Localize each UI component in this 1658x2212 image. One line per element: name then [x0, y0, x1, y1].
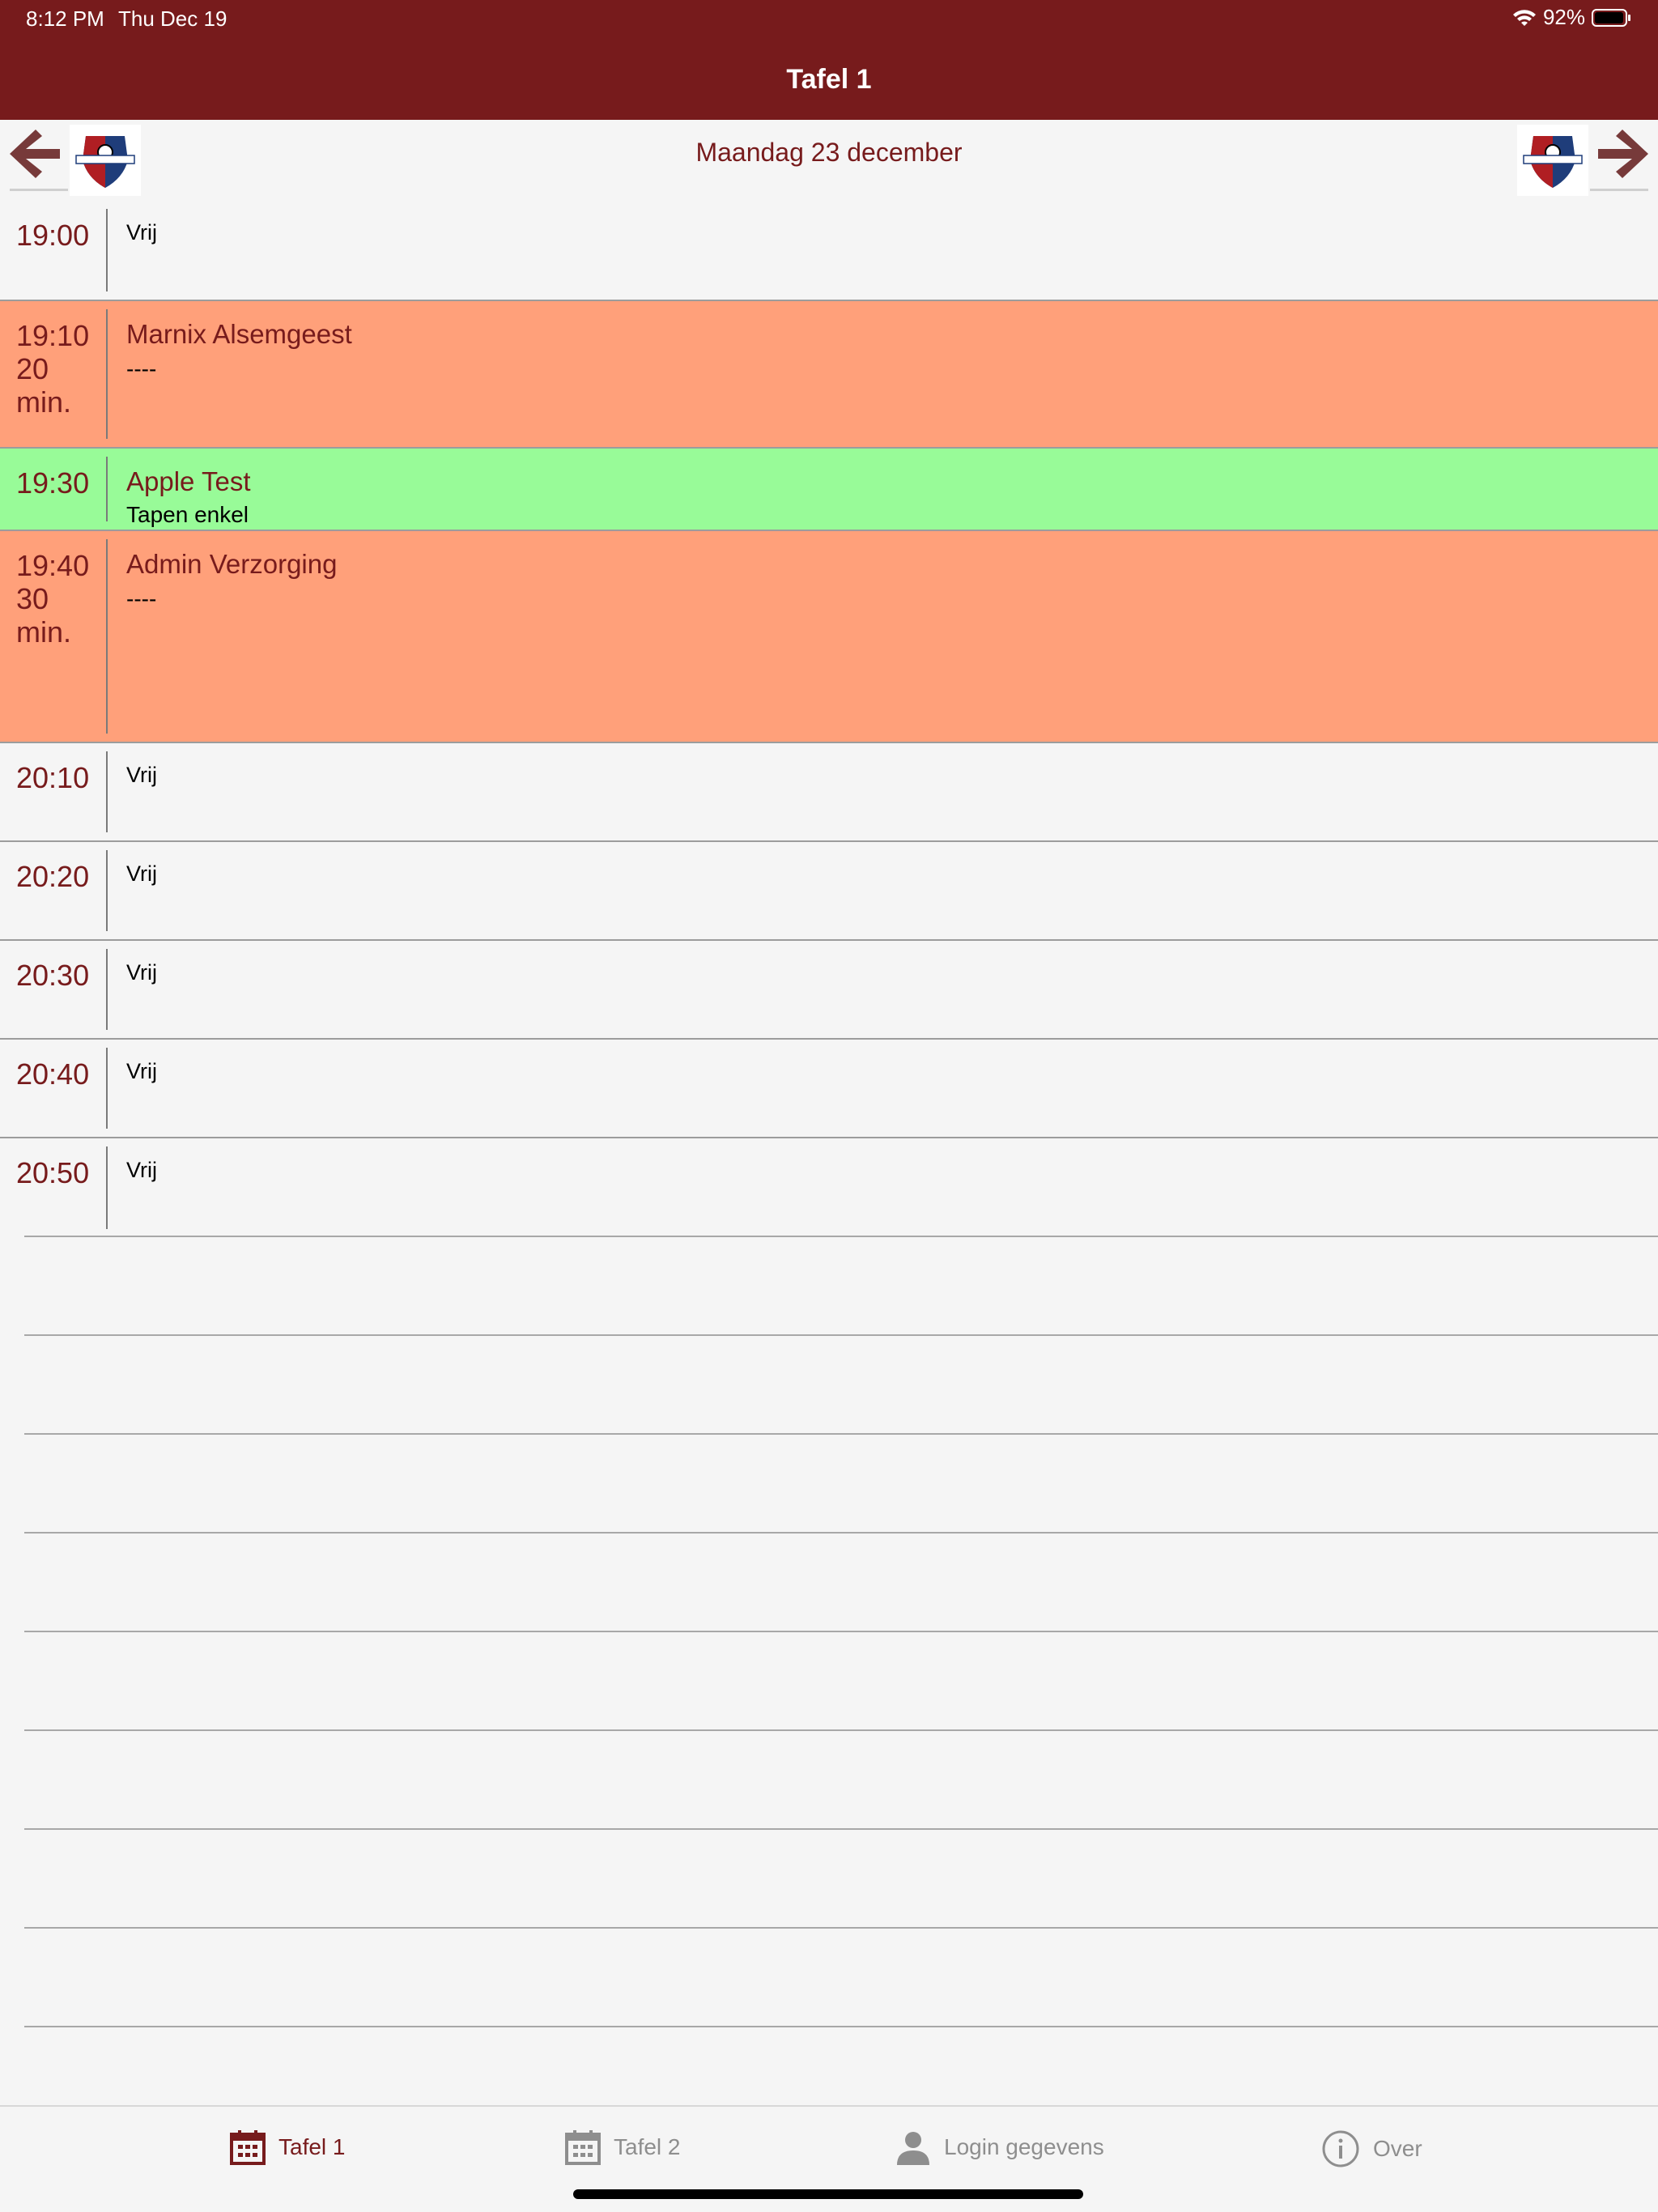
next-day-arrow-icon[interactable]	[1593, 125, 1653, 183]
time-slot-row[interactable]: 20:10 Vrij	[0, 743, 1658, 842]
info-icon	[1322, 2130, 1359, 2167]
slot-status: Vrij	[126, 960, 157, 985]
slot-status: Vrij	[126, 1059, 157, 1083]
slot-divider	[106, 309, 108, 439]
time-slot-row[interactable]: 20:50 Vrij	[0, 1138, 1658, 1237]
slot-time: 19:30	[16, 466, 90, 500]
status-date: Thu Dec 19	[118, 6, 227, 31]
slot-treatment: ----	[126, 586, 157, 611]
wifi-icon	[1512, 9, 1536, 26]
tab-tafel-2[interactable]: Tafel 2	[565, 2129, 681, 2165]
navigation-bar: Tafel 1	[0, 39, 1658, 120]
calendar-icon	[230, 2130, 266, 2165]
slot-patient-name: Apple Test	[126, 466, 251, 496]
time-slot-row[interactable]: 19:40 30 min. Admin Verzorging ----	[0, 531, 1658, 743]
home-indicator[interactable]	[573, 2189, 1083, 2199]
slot-time: 19:40 30 min.	[16, 549, 90, 649]
battery-icon	[1592, 8, 1630, 27]
time-slot-row[interactable]: 19:30 Apple Test Tapen enkel	[0, 449, 1658, 531]
slot-divider	[106, 457, 108, 521]
calendar-icon	[565, 2130, 601, 2165]
slot-status: Vrij	[126, 1158, 157, 1182]
time-slot-row[interactable]: 19:00 Vrij	[0, 201, 1658, 301]
tab-login-gegevens[interactable]: Login gegevens	[895, 2129, 1104, 2165]
slot-time: 20:10	[16, 761, 90, 794]
slot-time: 20:30	[16, 959, 90, 992]
empty-row-separator	[24, 2026, 1658, 2027]
slot-divider	[106, 850, 108, 931]
empty-row-separator	[24, 1433, 1658, 1435]
slot-time: 20:20	[16, 860, 90, 893]
status-time: 8:12 PM	[26, 6, 104, 31]
empty-row-separator	[24, 1532, 1658, 1534]
club-shield-icon	[1523, 136, 1583, 188]
time-slot-row[interactable]: 19:10 20 min. Marnix Alsemgeest ----	[0, 301, 1658, 449]
slot-status: Vrij	[126, 763, 157, 787]
slot-time: 20:50	[16, 1156, 90, 1189]
tab-label: Login gegevens	[944, 2134, 1104, 2159]
arrow-underline	[1590, 189, 1648, 191]
slot-time: 19:00	[16, 219, 90, 252]
club-logo-right	[1517, 125, 1588, 196]
time-slot-row[interactable]: 20:20 Vrij	[0, 842, 1658, 941]
tab-label: Tafel 1	[278, 2134, 346, 2159]
user-icon	[897, 2132, 929, 2165]
empty-row-separator	[24, 1334, 1658, 1336]
empty-row-separator	[24, 1631, 1658, 1632]
empty-row-separator	[24, 1236, 1658, 1237]
status-bar: 8:12 PM Thu Dec 19 92%	[0, 0, 1658, 39]
schedule-list: 19:00 Vrij 19:10 20 min. Marnix Alsemgee…	[0, 201, 1658, 1237]
slot-treatment: Tapen enkel	[126, 502, 249, 527]
status-right: 92%	[1512, 5, 1632, 30]
empty-row-separator	[24, 1729, 1658, 1731]
empty-row-separator	[24, 1828, 1658, 1830]
slot-divider	[106, 751, 108, 832]
time-slot-row[interactable]: 20:30 Vrij	[0, 941, 1658, 1040]
date-bar: Maandag 23 december	[0, 120, 1658, 196]
arrow-underline	[10, 189, 68, 191]
slot-divider	[106, 1146, 108, 1229]
tab-tafel-1[interactable]: Tafel 1	[230, 2129, 346, 2165]
slot-time: 19:10 20 min.	[16, 319, 90, 419]
tab-label: Over	[1373, 2136, 1422, 2161]
page-title: Tafel 1	[786, 63, 872, 95]
slot-divider	[106, 1048, 108, 1129]
slot-divider	[106, 949, 108, 1030]
slot-patient-name: Admin Verzorging	[126, 549, 338, 579]
time-slot-row[interactable]: 20:40 Vrij	[0, 1040, 1658, 1138]
slot-patient-name: Marnix Alsemgeest	[126, 319, 352, 349]
slot-time: 20:40	[16, 1057, 90, 1091]
slot-divider	[106, 539, 108, 734]
tab-over[interactable]: Over	[1321, 2129, 1422, 2168]
slot-status: Vrij	[126, 861, 157, 886]
empty-row-separator	[24, 1927, 1658, 1929]
slot-treatment: ----	[126, 356, 157, 381]
slot-divider	[106, 209, 108, 291]
battery-percentage: 92%	[1542, 5, 1585, 29]
selected-date: Maandag 23 december	[695, 138, 963, 167]
slot-status: Vrij	[126, 220, 157, 245]
tab-label: Tafel 2	[614, 2134, 681, 2159]
